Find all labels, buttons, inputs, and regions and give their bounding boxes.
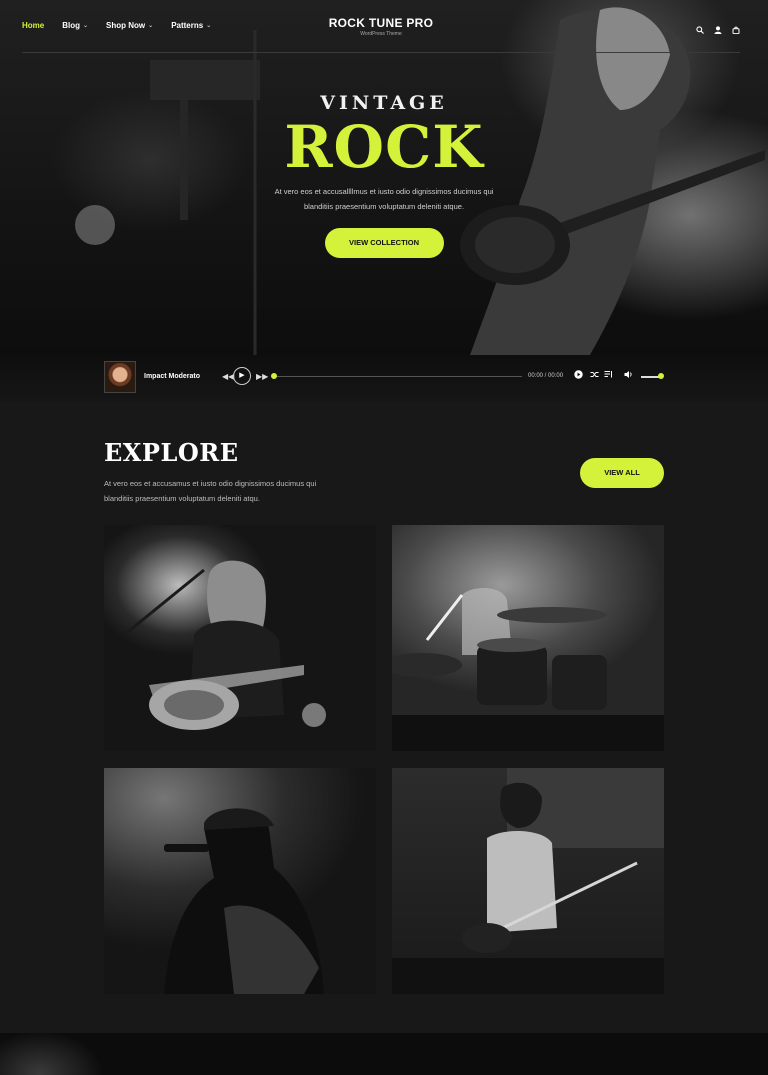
hero-description: At vero eos et accusallllmus et iusto od… — [274, 187, 494, 211]
search-icon[interactable] — [696, 21, 704, 34]
singer-photo[interactable] — [104, 768, 376, 994]
explore-description: At vero eos et accusamus et iusto odio d… — [104, 479, 317, 503]
site-tagline: WordPress Theme — [360, 31, 402, 37]
progress-handle[interactable] — [271, 373, 277, 379]
chevron-down-icon: ⌄ — [148, 23, 154, 29]
explore-section: EXPLORE At vero eos et accusamus et iust… — [0, 401, 768, 1033]
track-title: Impact Moderato — [144, 373, 201, 380]
header-icons — [696, 21, 740, 35]
nav-patterns-label: Patterns — [171, 21, 204, 30]
play-circle-icon[interactable] — [574, 370, 583, 381]
chevron-down-icon: ⌄ — [206, 23, 212, 29]
play-button[interactable]: ▶ — [233, 367, 251, 385]
play-icon: ▶ — [239, 372, 245, 379]
shuffle-icon[interactable] — [590, 370, 599, 381]
main-menu: Home Blog ⌄ Shop Now ⌄ Patterns ⌄ — [22, 21, 211, 30]
audio-player: Impact Moderato ◀◀ ▶ ▶▶ 00:00 / 00:00 — [0, 355, 768, 401]
hero-title: ROCK — [284, 113, 484, 181]
track-time: 00:00 / 00:00 — [528, 373, 564, 379]
bassist-photo[interactable] — [392, 768, 664, 994]
view-all-button[interactable]: VIEW ALL — [580, 458, 664, 488]
nav-item-home[interactable]: Home — [22, 21, 44, 30]
nav-item-patterns[interactable]: Patterns ⌄ — [171, 21, 211, 30]
forward-icon[interactable]: ▶▶ — [256, 372, 268, 381]
cart-icon[interactable] — [732, 21, 740, 35]
guitarist-photo[interactable] — [104, 525, 376, 751]
nav-item-blog[interactable]: Blog ⌄ — [62, 21, 88, 30]
user-icon[interactable] — [714, 21, 722, 34]
header-divider — [22, 52, 740, 53]
volume-handle[interactable] — [658, 373, 664, 379]
view-collection-button[interactable]: VIEW COLLECTION — [324, 228, 444, 258]
hero-section: Home Blog ⌄ Shop Now ⌄ Patterns ⌄ ROCK TUNE… — [0, 0, 768, 355]
hero-eyebrow: VINTAGE — [320, 92, 448, 114]
site-title: ROCK TUNE PRO — [328, 16, 434, 30]
playlist-icon[interactable] — [604, 370, 613, 381]
site-brand[interactable]: ROCK TUNE PRO WordPress Theme — [329, 16, 434, 37]
chevron-down-icon: ⌄ — [83, 23, 89, 29]
explore-title: EXPLORE — [104, 438, 239, 467]
progress-bar[interactable] — [272, 376, 522, 377]
nav-item-shop-now[interactable]: Shop Now ⌄ — [106, 21, 153, 30]
drummer-photo[interactable] — [392, 525, 664, 751]
nav-shop-label: Shop Now — [106, 21, 146, 30]
hero-content: VINTAGE ROCK At vero eos et accusallllmu… — [0, 92, 768, 258]
track-cover-avatar — [104, 361, 136, 393]
nav-blog-label: Blog — [62, 21, 81, 30]
volume-icon[interactable] — [624, 370, 633, 381]
top-navigation: Home Blog ⌄ Shop Now ⌄ Patterns ⌄ ROCK TUNE… — [22, 16, 740, 37]
next-section-preview — [0, 1033, 768, 1075]
nav-home-label: Home — [22, 21, 45, 30]
